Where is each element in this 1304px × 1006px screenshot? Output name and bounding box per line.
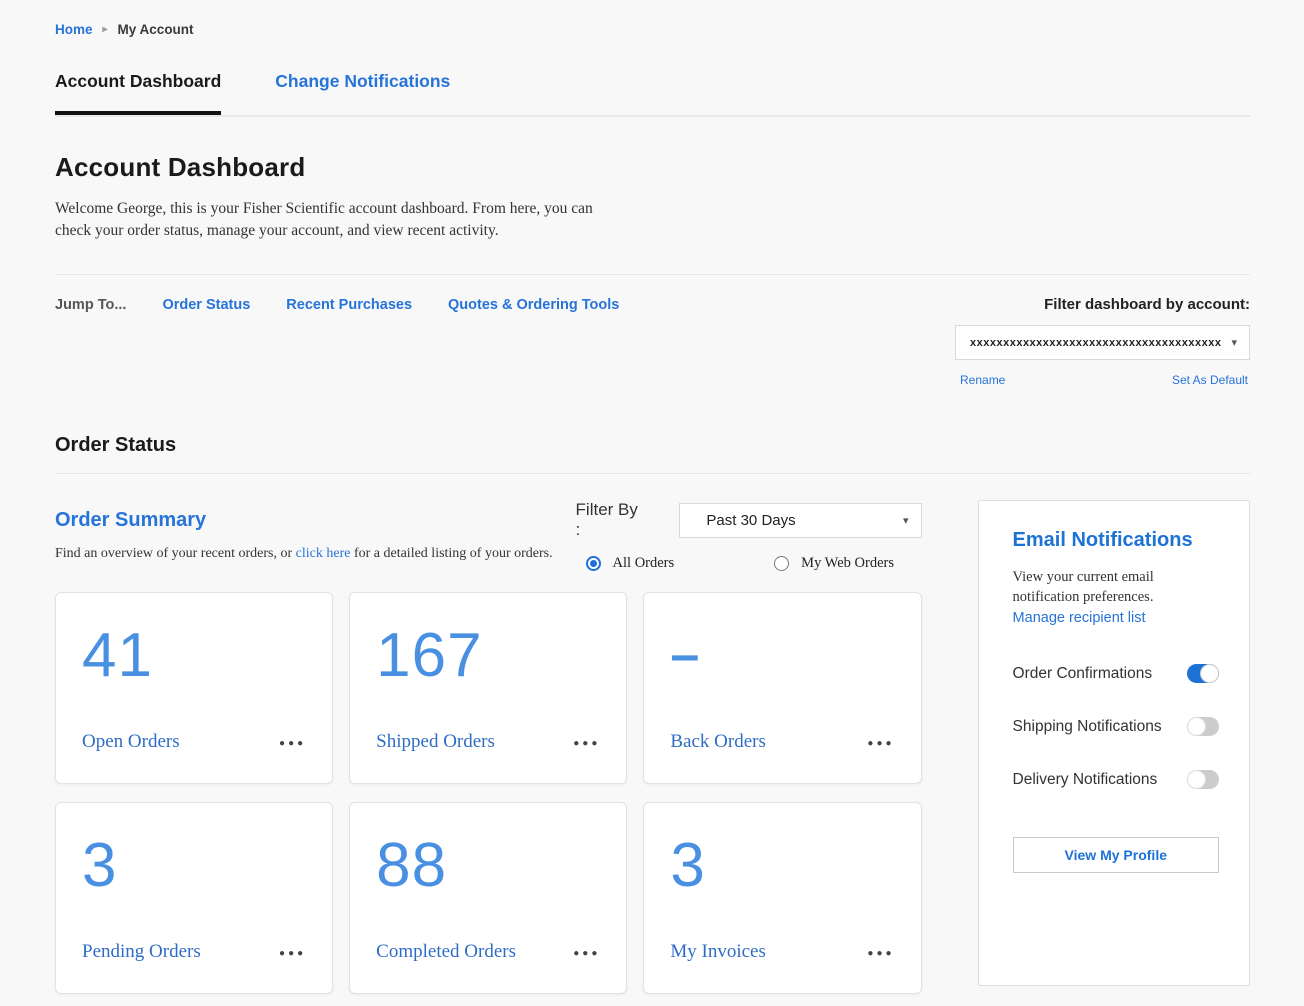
breadcrumb-current: My Account (118, 22, 194, 37)
more-options-icon[interactable]: ●●● (867, 735, 894, 749)
tab-bar: Account Dashboard Change Notifications (55, 71, 1250, 117)
order-summary-intro: Order Summary Find an overview of your r… (55, 500, 553, 562)
jump-to-label: Jump To... (55, 297, 126, 313)
my-invoices-count: 3 (670, 821, 894, 909)
order-summary-description: Find an overview of your recent orders, … (55, 546, 553, 562)
my-invoices-link[interactable]: My Invoices (670, 941, 766, 963)
order-status-body: Order Summary Find an overview of your r… (55, 500, 1250, 994)
email-notifications-heading: Email Notifications (1013, 529, 1219, 552)
toggle-knob (1200, 664, 1219, 683)
order-summary-cards: 41 Open Orders ●●● 167 Shipped Orders ●●… (55, 592, 922, 994)
tab-change-notifications[interactable]: Change Notifications (275, 71, 450, 115)
jump-link-quotes-ordering-tools[interactable]: Quotes & Ordering Tools (448, 297, 619, 313)
breadcrumb: Home ▸ My Account (55, 22, 1250, 37)
view-my-profile-button[interactable]: View My Profile (1013, 837, 1219, 873)
order-status-heading: Order Status (55, 434, 1250, 457)
shipping-notifications-toggle[interactable] (1187, 717, 1219, 736)
order-summary-header: Order Summary Find an overview of your r… (55, 500, 922, 572)
order-confirmations-label: Order Confirmations (1013, 665, 1153, 683)
more-options-icon[interactable]: ●●● (573, 735, 600, 749)
chevron-down-icon: ▾ (1231, 336, 1237, 349)
shipping-notifications-label: Shipping Notifications (1013, 718, 1162, 736)
card-open-orders: 41 Open Orders ●●● (55, 592, 333, 784)
description-prefix: Find an overview of your recent orders, … (55, 546, 296, 561)
open-orders-count: 41 (82, 611, 306, 699)
completed-orders-count: 88 (376, 821, 600, 909)
back-orders-count: – (670, 611, 894, 699)
order-summary-heading: Order Summary (55, 509, 553, 532)
jump-to-row: Jump To... Order Status Recent Purchases… (55, 296, 1250, 313)
radio-my-web-orders[interactable]: My Web Orders (774, 555, 894, 572)
card-back-orders: – Back Orders ●●● (643, 592, 921, 784)
page-title: Account Dashboard (55, 152, 1250, 183)
date-range-selected-value: Past 30 Days (694, 512, 795, 529)
card-completed-orders: 88 Completed Orders ●●● (349, 802, 627, 994)
account-dashboard-page: Home ▸ My Account Account Dashboard Chan… (0, 0, 1304, 1006)
click-here-link[interactable]: click here (296, 546, 351, 561)
set-as-default-link[interactable]: Set As Default (1172, 373, 1248, 387)
jump-to-links: Jump To... Order Status Recent Purchases… (55, 297, 619, 313)
more-options-icon[interactable]: ●●● (867, 945, 894, 959)
card-my-invoices: 3 My Invoices ●●● (643, 802, 921, 994)
account-filter-selected-value: xxxxxxxxxxxxxxxxxxxxxxxxxxxxxxxxxxxxxx (970, 337, 1221, 349)
shipped-orders-link[interactable]: Shipped Orders (376, 731, 495, 753)
radio-button-icon (586, 556, 601, 571)
filter-by-label: Filter By : (576, 500, 647, 540)
delivery-notifications-label: Delivery Notifications (1013, 771, 1158, 789)
card-shipped-orders: 167 Shipped Orders ●●● (349, 592, 627, 784)
more-options-icon[interactable]: ●●● (573, 945, 600, 959)
radio-all-orders[interactable]: All Orders (586, 555, 675, 572)
open-orders-link[interactable]: Open Orders (82, 731, 180, 753)
delivery-notifications-toggle[interactable] (1187, 770, 1219, 789)
notification-toggles: Order Confirmations Shipping Notificatio… (1013, 664, 1219, 789)
welcome-text: Welcome George, this is your Fisher Scie… (55, 198, 600, 242)
description-suffix: for a detailed listing of your orders. (350, 546, 552, 561)
jump-link-order-status[interactable]: Order Status (162, 297, 250, 313)
email-notifications-panel: Email Notifications View your current em… (978, 500, 1250, 986)
order-type-radios: All Orders My Web Orders (586, 555, 922, 572)
tab-account-dashboard[interactable]: Account Dashboard (55, 71, 221, 115)
breadcrumb-home-link[interactable]: Home (55, 22, 93, 37)
order-filter-controls: Filter By : Past 30 Days ▾ All Orders (576, 500, 922, 572)
toggle-knob (1187, 770, 1206, 789)
account-filter-actions: Rename Set As Default (955, 373, 1250, 387)
email-notifications-description: View your current email notification pre… (1013, 568, 1213, 607)
more-options-icon[interactable]: ●●● (279, 735, 306, 749)
date-range-select[interactable]: Past 30 Days ▾ (679, 503, 921, 538)
shipped-orders-count: 167 (376, 611, 600, 699)
chevron-down-icon: ▾ (903, 514, 909, 527)
more-options-icon[interactable]: ●●● (279, 945, 306, 959)
pending-orders-link[interactable]: Pending Orders (82, 941, 201, 963)
radio-button-icon (774, 556, 789, 571)
manage-recipient-list-link[interactable]: Manage recipient list (1013, 610, 1219, 626)
toggle-knob (1187, 717, 1206, 736)
order-summary-column: Order Summary Find an overview of your r… (55, 500, 922, 994)
completed-orders-link[interactable]: Completed Orders (376, 941, 516, 963)
order-confirmations-toggle[interactable] (1187, 664, 1219, 683)
account-filter-label: Filter dashboard by account: (1044, 296, 1250, 313)
divider (55, 274, 1250, 275)
jump-link-recent-purchases[interactable]: Recent Purchases (286, 297, 412, 313)
pending-orders-count: 3 (82, 821, 306, 909)
divider (55, 473, 1250, 474)
breadcrumb-separator-icon: ▸ (103, 24, 108, 35)
account-filter-block: xxxxxxxxxxxxxxxxxxxxxxxxxxxxxxxxxxxxxx ▾… (955, 325, 1250, 387)
card-pending-orders: 3 Pending Orders ●●● (55, 802, 333, 994)
back-orders-link[interactable]: Back Orders (670, 731, 766, 753)
account-filter-select[interactable]: xxxxxxxxxxxxxxxxxxxxxxxxxxxxxxxxxxxxxx ▾ (955, 325, 1250, 360)
rename-link[interactable]: Rename (960, 373, 1005, 387)
